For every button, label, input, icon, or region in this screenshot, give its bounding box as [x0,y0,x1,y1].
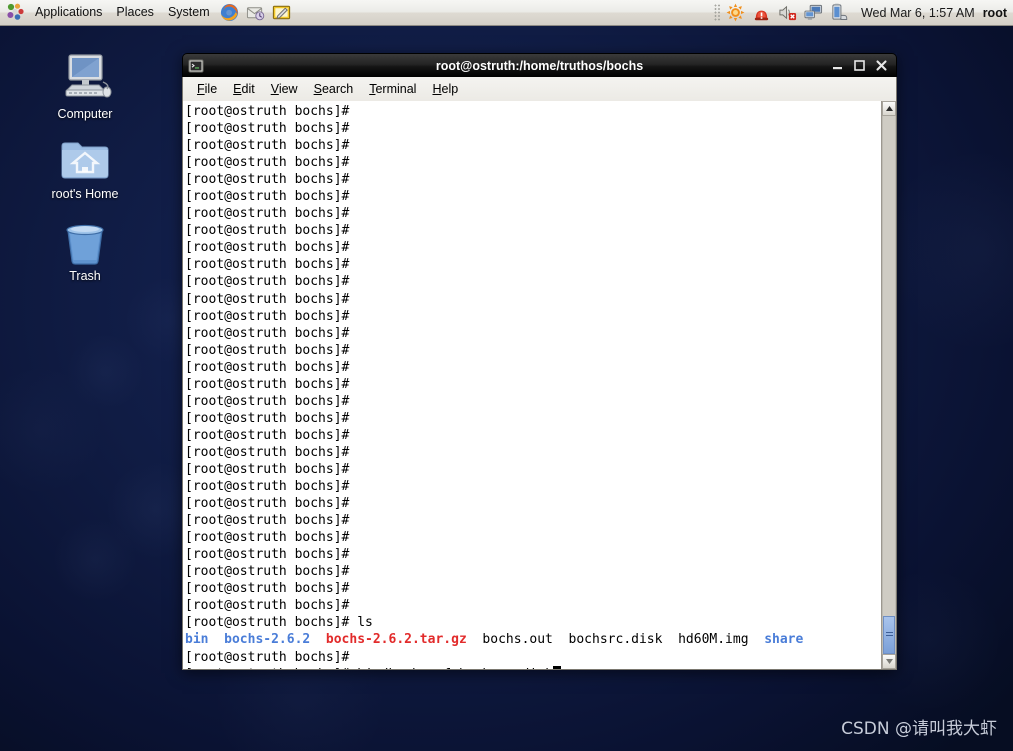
desktop-icon-label: Computer [57,107,113,121]
terminal-line: [root@ostruth bochs]# [185,547,350,563]
terminal-line: [root@ostruth bochs]# [185,530,350,546]
terminal-cursor [552,665,561,669]
launcher-gedit[interactable] [270,2,294,24]
terminal-line: [root@ostruth bochs]# [185,564,350,580]
desktop-icon-label: Trash [69,269,101,283]
terminal-line: [root@ostruth bochs]# [185,172,350,188]
terminal-line: [root@ostruth bochs]# [185,206,350,222]
watermark: CSDN @请叫我大虾 [841,719,997,739]
terminal-line: [root@ostruth bochs]# [185,189,350,205]
close-button[interactable] [875,59,888,72]
scrollbar-thumb[interactable] [883,616,895,654]
menu-view[interactable]: View [263,79,306,99]
top-panel: Applications Places System Wed Mar 6, 1:… [0,0,1013,26]
terminal-line: [root@ostruth bochs]# [185,274,350,290]
desktop-icon-home[interactable]: root's Home [30,128,140,201]
terminal-window: root@ostruth:/home/truthos/bochs File Ed… [182,53,897,670]
terminal-line: [root@ostruth bochs]# [185,138,350,154]
terminal-screen[interactable]: [root@ostruth bochs]# [root@ostruth bochs… [183,101,881,669]
tray-software-update[interactable] [724,2,748,24]
menu-help[interactable]: Help [424,79,466,99]
terminal-ls-output: bin bochs-2.6.2 bochs-2.6.2.tar.gz bochs… [185,632,804,648]
terminal-line: [root@ostruth bochs]# [185,325,350,341]
desktop-icon-trash[interactable]: Trash [30,210,140,283]
terminal-body: [root@ostruth bochs]# [root@ostruth bochs… [182,101,897,670]
terminal-line: [root@ostruth bochs]# [185,649,350,665]
scrollbar-track[interactable] [882,116,896,654]
tray-alert[interactable] [750,2,774,24]
launcher-evolution[interactable] [244,2,268,24]
window-title: root@ostruth:/home/truthos/bochs [435,58,644,73]
menu-edit[interactable]: Edit [225,79,263,99]
system-menu[interactable]: System [161,2,217,23]
terminal-line: [root@ostruth bochs]# [185,121,350,137]
terminal-line: [root@ostruth bochs]# [185,240,350,256]
clock[interactable]: Wed Mar 6, 1:57 AM [853,6,983,20]
titlebar[interactable]: root@ostruth:/home/truthos/bochs [182,53,897,77]
panel-drag-handle[interactable] [713,3,721,22]
terminal-line: [root@ostruth bochs]# [185,104,350,119]
trash-icon [55,210,115,266]
terminal-line: [root@ostruth bochs]# [185,376,350,392]
tray-volume-muted[interactable] [776,2,800,24]
terminal-line: [root@ostruth bochs]# [185,393,350,409]
maximize-button[interactable] [853,59,866,72]
terminal-line: [root@ostruth bochs]# [185,291,350,307]
terminal-active-command-line: [root@ostruth bochs]# bin/bochs -f bochs… [185,665,881,669]
terminal-line: [root@ostruth bochs]# [185,410,350,426]
terminal-line: [root@ostruth bochs]# [185,257,350,273]
terminal-line: [root@ostruth bochs]# [185,342,350,358]
terminal-line: [root@ostruth bochs]# [185,496,350,512]
gnome-foot-icon[interactable] [5,2,27,24]
terminal-line: [root@ostruth bochs]# [185,513,350,529]
menu-file[interactable]: File [189,79,225,99]
scroll-down-button[interactable] [882,654,896,669]
minimize-button[interactable] [831,59,844,72]
places-menu[interactable]: Places [109,2,161,23]
terminal-line: [root@ostruth bochs]# [185,479,350,495]
home-folder-icon [55,128,115,184]
applications-menu[interactable]: Applications [28,2,109,23]
terminal-line: [root@ostruth bochs]# [185,598,350,614]
tray-battery[interactable] [828,2,852,24]
terminal-scrollbar[interactable] [881,101,896,669]
computer-icon [55,48,115,104]
menu-terminal[interactable]: Terminal [361,79,424,99]
desktop-icon-label: root's Home [51,187,119,201]
terminal-line: [root@ostruth bochs]# [185,155,350,171]
terminal-line: [root@ostruth bochs]# [185,308,350,324]
terminal-line: [root@ostruth bochs]# [185,223,350,239]
menu-search[interactable]: Search [306,79,362,99]
scrollbar-grip [885,632,893,638]
terminal-menubar: File Edit View Search Terminal Help [182,77,897,101]
desktop-icon-computer[interactable]: Computer [30,48,140,121]
terminal-icon [188,58,204,74]
launcher-firefox[interactable] [218,2,242,24]
terminal-command-line: [root@ostruth bochs]# ls [185,615,373,631]
scroll-up-button[interactable] [882,101,896,116]
terminal-line: [root@ostruth bochs]# [185,444,350,460]
terminal-line: [root@ostruth bochs]# [185,461,350,477]
terminal-line: [root@ostruth bochs]# [185,359,350,375]
username-label[interactable]: root [983,6,1011,20]
terminal-line: [root@ostruth bochs]# [185,427,350,443]
tray-network[interactable] [802,2,826,24]
terminal-line: [root@ostruth bochs]# [185,581,350,597]
